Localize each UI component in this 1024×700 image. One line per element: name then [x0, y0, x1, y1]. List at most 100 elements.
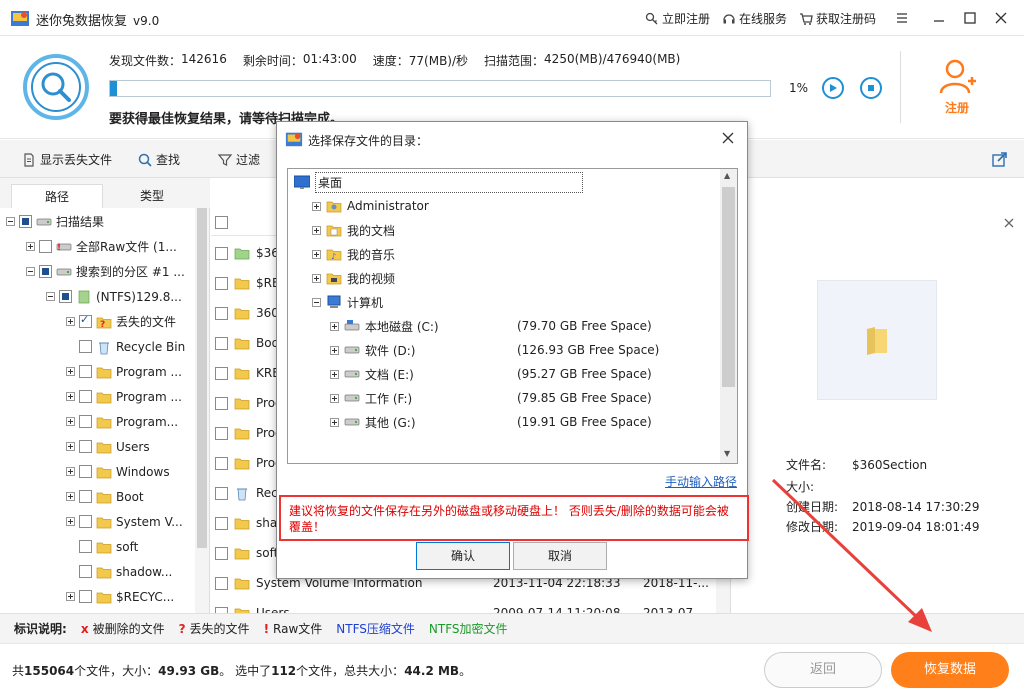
tree-checkbox[interactable]: [79, 340, 92, 353]
file-checkbox[interactable]: [215, 246, 228, 260]
tree-item[interactable]: Program...: [66, 409, 178, 434]
expander-plus-icon[interactable]: [66, 317, 75, 326]
expander-minus-icon[interactable]: [26, 267, 35, 276]
file-checkbox[interactable]: [215, 486, 228, 500]
dialog-close-icon[interactable]: [721, 131, 735, 145]
folder-tree-item[interactable]: 本地磁盘 (C:) (79.70 GB Free Space): [330, 314, 714, 338]
tree-checkbox[interactable]: [79, 390, 92, 403]
expander-plus-icon[interactable]: [330, 393, 339, 403]
file-row[interactable]: Users 2009-07-14 11:20:08 2013-07-...: [211, 598, 730, 613]
folder-tree-item[interactable]: 文档 (E:) (95.27 GB Free Space): [330, 362, 714, 386]
close-preview-icon[interactable]: [1004, 218, 1014, 228]
tree-item[interactable]: Program ...: [66, 359, 182, 384]
tree-item[interactable]: soft: [66, 534, 138, 559]
expander-minus-icon[interactable]: [6, 217, 15, 226]
folder-tree-item[interactable]: 其他 (G:) (19.91 GB Free Space): [330, 410, 714, 434]
tree-item[interactable]: ! 全部Raw文件 (1...: [26, 234, 177, 259]
tree-item[interactable]: 搜索到的分区 #1 ...: [26, 259, 185, 284]
expander-plus-icon[interactable]: [312, 225, 321, 235]
file-checkbox[interactable]: [215, 396, 228, 410]
register-now-link[interactable]: 立即注册: [645, 10, 710, 27]
expander-plus-icon[interactable]: [66, 367, 75, 376]
tree-checkbox[interactable]: [79, 415, 92, 428]
folder-tree-item[interactable]: ♪ 我的音乐: [312, 242, 714, 266]
expander-plus-icon[interactable]: [312, 201, 321, 211]
minimize-button[interactable]: [924, 4, 954, 32]
expander-plus-icon[interactable]: [330, 417, 339, 427]
file-checkbox[interactable]: [215, 456, 228, 470]
tree-checkbox[interactable]: [59, 290, 72, 303]
stop-button[interactable]: [860, 77, 882, 99]
expander-plus-icon[interactable]: [66, 442, 75, 451]
tree-scrollbar[interactable]: [195, 208, 209, 613]
tree-checkbox[interactable]: [79, 590, 92, 603]
close-button[interactable]: [986, 4, 1016, 32]
expander-minus-icon[interactable]: [46, 292, 55, 301]
tree-item[interactable]: $RECYC...: [66, 584, 174, 609]
tab-path[interactable]: 路径: [11, 184, 103, 208]
file-checkbox[interactable]: [215, 306, 228, 320]
tree-item[interactable]: Windows: [66, 459, 170, 484]
expander-plus-icon[interactable]: [330, 321, 339, 331]
folder-tree-item[interactable]: 我的文档: [312, 218, 714, 242]
tree-item[interactable]: System V...: [66, 509, 183, 534]
folder-tree-item[interactable]: 桌面: [294, 170, 714, 194]
expander-plus-icon[interactable]: [66, 517, 75, 526]
expander-plus-icon[interactable]: [312, 249, 321, 259]
tree-checkbox[interactable]: [79, 540, 92, 553]
confirm-button[interactable]: 确认: [416, 542, 510, 570]
expander-minus-icon[interactable]: [312, 297, 321, 307]
folder-tree-scrollbar[interactable]: ▲ ▼: [720, 169, 737, 463]
folder-tree-item[interactable]: 我的视频: [312, 266, 714, 290]
expander-plus-icon[interactable]: [66, 492, 75, 501]
tree-checkbox[interactable]: [19, 215, 32, 228]
tree-item[interactable]: Boot: [66, 484, 144, 509]
tree-item[interactable]: ? 丢失的文件: [66, 309, 176, 334]
file-checkbox[interactable]: [215, 576, 228, 590]
tree-checkbox[interactable]: [79, 565, 92, 578]
tree-checkbox[interactable]: [39, 240, 52, 253]
filter-button[interactable]: 过滤: [218, 151, 260, 168]
menu-button[interactable]: [887, 4, 917, 32]
show-lost-files-button[interactable]: 显示丢失文件: [22, 151, 112, 168]
tree-item[interactable]: 扫描结果: [6, 209, 104, 234]
online-service-link[interactable]: 在线服务: [722, 10, 787, 27]
folder-tree-item[interactable]: Administrator: [312, 194, 714, 218]
tree-item[interactable]: (NTFS)129.8...: [46, 284, 182, 309]
manual-path-link[interactable]: 手动输入路径: [665, 473, 737, 490]
folder-tree-item[interactable]: 软件 (D:) (126.93 GB Free Space): [330, 338, 714, 362]
expander-plus-icon[interactable]: [330, 369, 339, 379]
tree-item[interactable]: Recycle Bin: [66, 334, 185, 359]
tree-item[interactable]: Users: [66, 434, 150, 459]
file-checkbox[interactable]: [215, 426, 228, 440]
expander-plus-icon[interactable]: [66, 417, 75, 426]
file-checkbox[interactable]: [215, 516, 228, 530]
file-checkbox[interactable]: [215, 546, 228, 560]
tree-item[interactable]: shadow...: [66, 559, 172, 584]
expander-plus-icon[interactable]: [66, 392, 75, 401]
folder-tree-item[interactable]: 工作 (F:) (79.85 GB Free Space): [330, 386, 714, 410]
maximize-button[interactable]: [955, 4, 985, 32]
tree-checkbox[interactable]: [39, 265, 52, 278]
tab-type[interactable]: 类型: [106, 184, 198, 208]
find-button[interactable]: 查找: [138, 151, 180, 168]
folder-tree-item[interactable]: 计算机: [312, 290, 714, 314]
expander-plus-icon[interactable]: [26, 242, 35, 251]
tree-item[interactable]: Program ...: [66, 384, 182, 409]
expander-plus-icon[interactable]: [66, 592, 75, 601]
register-button[interactable]: 注册: [930, 57, 984, 116]
expander-plus-icon[interactable]: [66, 467, 75, 476]
expander-plus-icon[interactable]: [312, 273, 321, 283]
tree-checkbox[interactable]: [79, 313, 92, 328]
tree-checkbox[interactable]: [79, 515, 92, 528]
tree-checkbox[interactable]: [79, 365, 92, 378]
resume-button[interactable]: [822, 77, 844, 99]
tree-checkbox[interactable]: [79, 465, 92, 478]
expander-plus-icon[interactable]: [330, 345, 339, 355]
select-all-checkbox[interactable]: [215, 216, 228, 229]
tree-checkbox[interactable]: [79, 490, 92, 503]
tree-checkbox[interactable]: [79, 440, 92, 453]
export-icon[interactable]: [992, 151, 1008, 167]
file-checkbox[interactable]: [215, 276, 228, 290]
cancel-button[interactable]: 取消: [513, 542, 607, 570]
